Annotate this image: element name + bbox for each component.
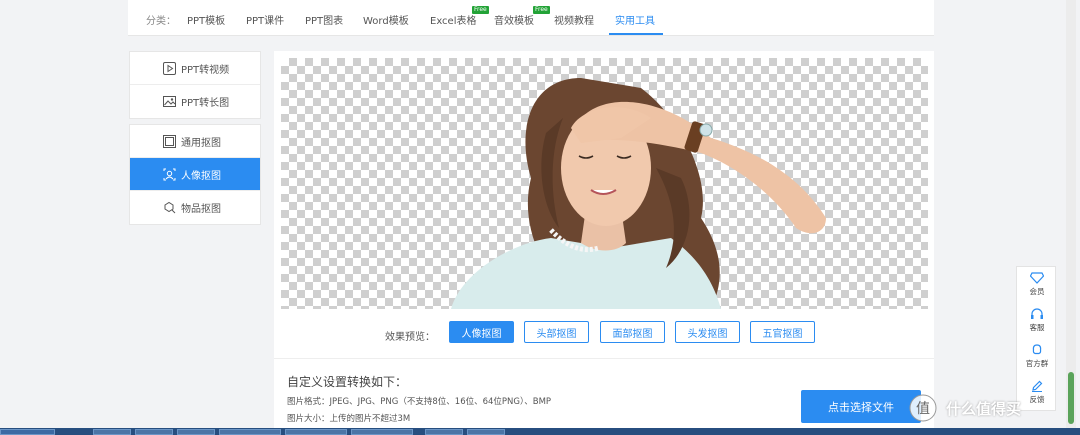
nav-item-ppt-chart[interactable]: PPT图表 (305, 12, 343, 27)
taskbar-app[interactable] (219, 429, 281, 435)
image-icon (163, 96, 176, 107)
scrollbar-track[interactable] (1066, 0, 1076, 435)
start-button[interactable] (0, 429, 55, 435)
floating-toolbar: 会员 客服 官方群 反馈 (1016, 266, 1056, 411)
taskbar-app[interactable] (467, 429, 505, 435)
category-label: 分类： (146, 16, 176, 27)
square-icon (163, 135, 176, 148)
nav-item-ppt-template[interactable]: PPT模板 (187, 12, 225, 27)
free-badge: Free (472, 6, 489, 14)
vip-button[interactable]: 会员 (1017, 267, 1057, 301)
free-badge: Free (533, 6, 550, 14)
settings-title: 自定义设置转换如下： (287, 375, 408, 389)
taskbar-app[interactable] (177, 429, 215, 435)
nav-item-word-template[interactable]: Word模板 (363, 12, 409, 27)
main-panel: 效果预览： 人像抠图 头部抠图 面部抠图 头发抠图 五官抠图 自定义设置转换如下… (274, 51, 934, 435)
sidebar-item-label: 通用抠图 (181, 137, 221, 149)
nav-item-tools[interactable]: 实用工具 (615, 12, 655, 27)
portrait-cutout-image (451, 78, 826, 309)
preview-features-button[interactable]: 五官抠图 (750, 321, 815, 343)
preview-label: 效果预览： (385, 332, 435, 343)
nav-item-sound[interactable]: 音效模板 (494, 12, 534, 27)
official-group-button[interactable]: 官方群 (1017, 339, 1057, 373)
active-tab-underline (609, 33, 663, 35)
preview-portrait-button[interactable]: 人像抠图 (449, 321, 514, 343)
format-info: 图片格式：JPEG、JPG、PNG（不支持8位、16位、64位PNG）、BMP (287, 397, 552, 407)
os-taskbar (0, 428, 1080, 435)
watermark-text: 什么值得买 (946, 399, 1022, 418)
nav-item-video-tutorial[interactable]: 视频教程 (554, 12, 594, 27)
nav-item-excel[interactable]: Excel表格 (430, 12, 477, 27)
svg-text:值: 值 (916, 401, 930, 417)
nav-item-ppt-courseware[interactable]: PPT课件 (246, 12, 284, 27)
chat-icon (1032, 344, 1042, 355)
top-nav: 分类： PPT模板 PPT课件 PPT图表 Word模板 Excel表格 Fre… (128, 0, 934, 36)
play-icon (163, 62, 176, 75)
preview-face-button[interactable]: 面部抠图 (600, 321, 665, 343)
watermark: 值 什么值得买 (906, 392, 1078, 424)
preview-hair-button[interactable]: 头发抠图 (675, 321, 740, 343)
size-info: 图片大小：上传的图片不超过3M (287, 414, 411, 424)
portrait-icon (163, 168, 176, 181)
sidebar-group-ppt: PPT转视频 PPT转长图 (129, 51, 261, 119)
taskbar-app[interactable] (425, 429, 463, 435)
sidebar-item-portrait-cutout[interactable]: 人像抠图 (130, 158, 260, 191)
edit-icon (1032, 380, 1043, 392)
sidebar-item-object-cutout[interactable]: 物品抠图 (130, 191, 260, 224)
headset-icon (1031, 308, 1043, 319)
cutout-preview-image (281, 58, 928, 309)
diamond-icon (1030, 272, 1044, 284)
taskbar-app[interactable] (135, 429, 173, 435)
sidebar-item-label: 人像抠图 (181, 170, 221, 182)
taskbar-app[interactable] (285, 429, 347, 435)
sidebar-item-general-cutout[interactable]: 通用抠图 (130, 125, 260, 158)
divider (274, 358, 934, 359)
service-button[interactable]: 客服 (1017, 303, 1057, 337)
taskbar-app[interactable] (93, 429, 131, 435)
preview-head-button[interactable]: 头部抠图 (524, 321, 589, 343)
sidebar-item-label: PPT转视频 (181, 64, 230, 76)
taskbar-app[interactable] (351, 429, 413, 435)
choose-file-button[interactable]: 点击选择文件 (801, 390, 921, 423)
object-icon (164, 201, 176, 214)
float-label: 会员 (1029, 287, 1045, 296)
smzdm-logo-icon: 值 (909, 394, 937, 422)
preview-options: 效果预览： 人像抠图 头部抠图 面部抠图 头发抠图 五官抠图 (274, 321, 934, 349)
sidebar-item-ppt-to-long-image[interactable]: PPT转长图 (130, 85, 260, 118)
sidebar-item-ppt-to-video[interactable]: PPT转视频 (130, 52, 260, 85)
float-label: 官方群 (1025, 359, 1049, 368)
sidebar-item-label: PPT转长图 (181, 98, 230, 109)
sidebar-group-cutout: 通用抠图 人像抠图 物品抠图 (129, 124, 261, 225)
float-label: 客服 (1029, 323, 1045, 332)
sidebar-item-label: 物品抠图 (181, 204, 221, 215)
